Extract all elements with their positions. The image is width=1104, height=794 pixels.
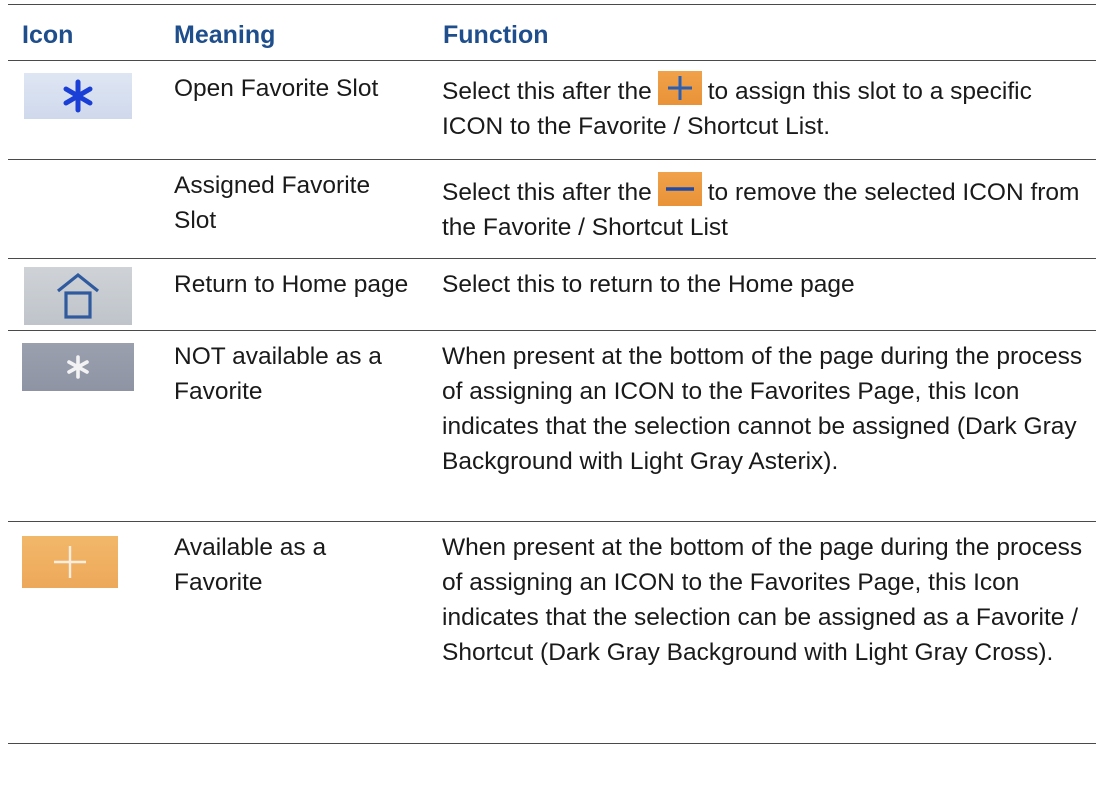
plus-icon	[22, 536, 118, 588]
icon-cell	[8, 522, 160, 743]
function-cell: When present at the bottom of the page d…	[442, 343, 1083, 475]
table-row: Open Favorite Slot Select this after the…	[8, 61, 1096, 160]
icon-reference-table: Icon Meaning Function Open Favorite Slot…	[8, 4, 1096, 744]
function-cell: Select this to return to the Home page	[442, 271, 855, 298]
function-cell: Select this after the to remove the selec…	[425, 160, 1096, 258]
function-text-before: Select this after the	[442, 78, 652, 105]
header-icon: Icon	[22, 21, 74, 49]
home-icon	[24, 267, 132, 325]
gray-asterisk-icon	[22, 343, 134, 391]
orange-minus-icon	[657, 172, 702, 206]
function-cell: Select this after the to assign this slot…	[425, 61, 1096, 159]
icon-cell	[8, 61, 160, 159]
icon-cell	[8, 160, 160, 258]
blue-asterisk-icon	[24, 73, 132, 119]
function-cell: When present at the bottom of the page d…	[442, 534, 1083, 666]
icon-cell	[8, 259, 160, 330]
table-row: NOT available as a Favorite When present…	[8, 331, 1096, 522]
table-row: Return to Home page Select this to retur…	[8, 259, 1096, 331]
meaning-cell: Return to Home page	[174, 271, 409, 298]
meaning-cell: Open Favorite Slot	[174, 75, 379, 102]
meaning-cell: Available as a Favorite	[174, 534, 327, 596]
header-meaning: Meaning	[174, 21, 276, 49]
orange-plus-icon	[657, 71, 702, 105]
table-header-row: Icon Meaning Function	[8, 5, 1096, 61]
meaning-cell: NOT available as a Favorite	[174, 343, 382, 405]
meaning-cell: Assigned Favorite Slot	[174, 172, 371, 234]
table-row: Assigned Favorite Slot Select this after…	[8, 160, 1096, 259]
table-row: Available as a Favorite When present at …	[8, 522, 1096, 744]
header-function: Function	[443, 21, 549, 49]
icon-cell	[8, 331, 160, 521]
function-text-before: Select this after the	[442, 179, 652, 206]
